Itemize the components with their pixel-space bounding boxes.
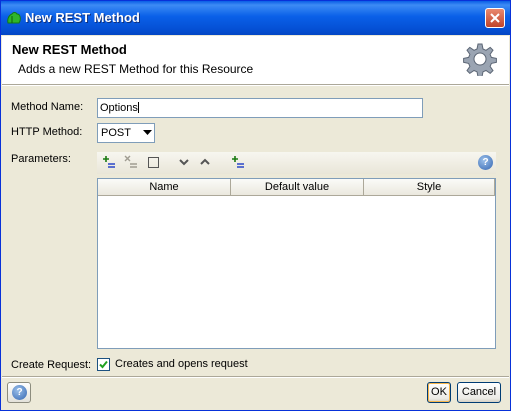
add-param-alt-icon[interactable] [231,155,245,169]
close-icon [490,13,500,23]
header-separator [2,84,509,86]
column-header-style[interactable]: Style [364,179,495,196]
help-button[interactable]: ? [7,382,31,403]
http-method-select[interactable]: POST [97,123,155,143]
header-subtitle: Adds a new REST Method for this Resource [18,62,254,76]
checkmark-icon [99,360,108,369]
move-up-icon[interactable] [200,157,210,167]
app-icon [7,12,21,24]
method-name-label: Method Name: [11,101,84,113]
method-name-input[interactable]: Options [97,98,423,118]
create-request-checkbox-label[interactable]: Creates and opens request [115,358,248,370]
parameters-table[interactable]: Name Default value Style [97,178,496,349]
footer-separator [2,376,509,378]
remove-param-icon[interactable] [124,155,138,169]
method-name-value: Options [100,102,138,114]
table-header: Name Default value Style [98,179,495,196]
header-title: New REST Method [12,42,127,57]
dialog-window: New REST Method New REST Method Adds a n… [0,0,511,411]
move-down-icon[interactable] [179,157,189,167]
close-button[interactable] [485,8,505,28]
parameters-label: Parameters: [11,153,71,165]
help-icon: ? [12,385,27,400]
http-method-value: POST [101,127,131,139]
column-header-default-value[interactable]: Default value [231,179,364,196]
chevron-down-icon [143,130,152,135]
create-request-label: Create Request: [11,359,92,371]
http-method-label: HTTP Method: [11,126,83,138]
parameters-toolbar [97,152,496,174]
gear-icon [463,43,497,76]
add-param-icon[interactable] [102,155,116,169]
text-caret [137,102,139,113]
help-icon[interactable]: ? [478,155,493,170]
dialog-header: New REST Method Adds a new REST Method f… [2,36,509,84]
title-bar[interactable]: New REST Method [1,1,510,35]
column-header-name[interactable]: Name [98,179,231,196]
ok-button[interactable]: OK [427,382,451,403]
window-title: New REST Method [25,10,140,25]
cancel-button[interactable]: Cancel [457,382,501,403]
clear-icon[interactable] [147,155,161,169]
create-request-checkbox[interactable] [97,358,110,371]
